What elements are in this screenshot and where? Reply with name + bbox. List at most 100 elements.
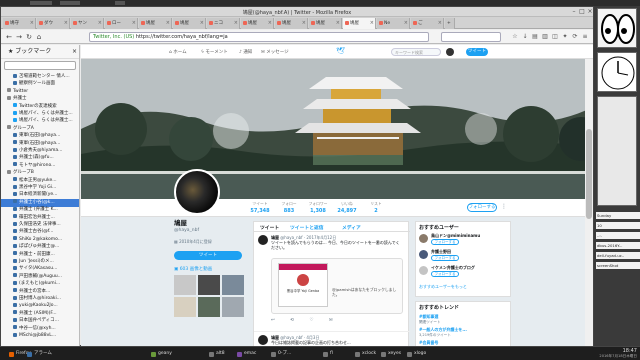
browser-tab[interactable]: ヤン × xyxy=(71,18,104,29)
profile-stat[interactable]: フォロー 883 xyxy=(276,201,302,214)
taskbar-item[interactable]: geany xyxy=(150,349,172,359)
browser-tab[interactable]: 鳩屋 × xyxy=(241,18,274,29)
close-tab-icon[interactable]: × xyxy=(200,18,204,29)
taskbar-clock[interactable]: 18:47 2016年7月18日木曜日 xyxy=(599,348,637,359)
tweet-to-button[interactable]: ツイート xyxy=(174,251,242,260)
browser-tab[interactable]: Ne × xyxy=(377,18,410,29)
profile-avatar[interactable] xyxy=(174,169,220,215)
media-thumb[interactable] xyxy=(174,275,196,295)
twitter-search-input[interactable]: キーワード検索 xyxy=(391,48,441,56)
back-icon[interactable]: ← xyxy=(5,33,13,41)
browser-tab[interactable]: 鳩屋 × xyxy=(343,18,376,29)
tweet-media-card[interactable]: 黒谷中学 Yoji Genba @jpamishはあなたをブロックしました。 xyxy=(271,258,403,314)
nav-home[interactable]: ⌂ ホーム xyxy=(169,49,187,55)
avatar[interactable] xyxy=(419,266,428,275)
taskbar-item[interactable]: emac xyxy=(236,349,256,359)
taskbar-item[interactable]: アラーム xyxy=(26,349,52,359)
profile-stat[interactable]: ツイート 57,348 xyxy=(247,201,273,214)
close-tab-icon[interactable]: × xyxy=(98,18,102,29)
desktop-top-item[interactable] xyxy=(30,1,52,5)
taskbar-item[interactable]: xclock xyxy=(354,349,376,359)
nav-messages[interactable]: ✉ メッセージ xyxy=(261,49,289,55)
follow-button[interactable]: フォローする xyxy=(467,203,497,212)
window-titlebar[interactable]: 鳩屋(@haya_nbf.A) | Twitter - Mozilla Fire… xyxy=(1,7,593,17)
search-input[interactable] xyxy=(441,32,501,42)
desktop-top-item[interactable] xyxy=(60,1,80,5)
profile-stat[interactable]: フォロワー 1,308 xyxy=(305,201,331,214)
page-scrollbar[interactable] xyxy=(585,59,593,347)
close-icon[interactable]: × xyxy=(587,9,593,15)
browser-tab[interactable]: ダウ × xyxy=(37,18,70,29)
close-tab-icon[interactable]: × xyxy=(302,18,306,29)
avatar[interactable] xyxy=(419,234,428,243)
reload-icon[interactable]: ↻ xyxy=(25,33,33,41)
profile-handle[interactable]: @haya_nbf xyxy=(174,228,249,233)
desktop-item[interactable]: dbus-2016Y... xyxy=(596,242,640,249)
taskbar-item[interactable]: xeyes xyxy=(380,349,401,359)
browser-tab[interactable]: 鳩屋 × xyxy=(309,18,342,29)
more-suggestions-link[interactable]: おすすめユーザーをもっと xyxy=(419,284,467,290)
url-bar[interactable]: Twitter, Inc. (US) https://twitter.com/h… xyxy=(89,32,429,42)
close-tab-icon[interactable]: × xyxy=(268,18,272,29)
tab-tweets[interactable]: ツイート xyxy=(260,224,279,231)
tab-tweets-replies[interactable]: ツイートと返信 xyxy=(290,224,324,231)
account-avatar[interactable] xyxy=(446,48,454,56)
browser-tab[interactable]: 鳩屋 × xyxy=(173,18,206,29)
tweet[interactable]: 鳩屋 @haya_nbf · 2017年4月12日 ツイートを読んでもらうのは.… xyxy=(254,232,410,332)
desktop-item[interactable]: Sunday xyxy=(596,212,640,219)
nav-moments[interactable]: ϟ モーメント xyxy=(201,49,228,55)
taskbar-item[interactable]: alt8 xyxy=(208,349,225,359)
desktop-panel-window[interactable] xyxy=(597,96,637,206)
bookmark-star-icon[interactable]: ☆ xyxy=(511,33,519,41)
like-icon[interactable]: ♡ xyxy=(309,318,313,323)
close-tab-icon[interactable]: × xyxy=(234,18,238,29)
close-tab-icon[interactable]: × xyxy=(438,18,442,29)
menu-icon[interactable]: ≡ xyxy=(581,33,589,41)
taskbar-item[interactable]: 0-ブ... xyxy=(270,349,291,359)
minimize-icon[interactable]: – xyxy=(571,9,577,15)
new-tab-icon[interactable]: + xyxy=(445,18,455,29)
tab-media[interactable]: メディア xyxy=(342,224,361,231)
sidebar-search-input[interactable] xyxy=(4,61,76,70)
reply-icon[interactable]: ↩ xyxy=(271,318,275,323)
tweet[interactable]: 鳩屋 @haya_nbf · 4月3日 今日は雑誌掲載の記事の企画の打ち合わせ.… xyxy=(254,332,410,347)
browser-tab[interactable]: ご × xyxy=(411,18,444,29)
browser-tab[interactable]: 鳩守 × xyxy=(3,18,36,29)
close-tab-icon[interactable]: × xyxy=(64,18,68,29)
xeyes-window[interactable] xyxy=(597,8,637,48)
close-tab-icon[interactable]: × xyxy=(370,18,374,29)
xclock-window[interactable] xyxy=(597,52,637,92)
desktop-top-item[interactable] xyxy=(115,1,125,5)
forward-icon[interactable]: → xyxy=(15,33,23,41)
profile-stat[interactable]: リスト 2 xyxy=(363,201,389,214)
media-thumb[interactable] xyxy=(222,275,244,295)
trend-item[interactable]: #一般人の方が弁護士を... 3,219件のツイート xyxy=(416,326,510,339)
more-options-icon[interactable]: ⋮ xyxy=(501,203,507,210)
close-icon[interactable]: × xyxy=(72,45,77,59)
dm-icon[interactable]: ✉ xyxy=(329,318,333,323)
twitter-bird-icon[interactable]: 🕊 xyxy=(336,47,345,55)
desktop-item[interactable]: 10 xyxy=(596,222,640,229)
follow-user-button[interactable]: フォローする xyxy=(431,271,459,277)
bookmark-item[interactable]: MSchi@jb88vL... xyxy=(1,332,79,340)
sidebar-icon[interactable]: ▥ xyxy=(541,33,549,41)
sync-icon[interactable]: ⟳ xyxy=(571,33,579,41)
screenshot-icon[interactable]: ◫ xyxy=(551,33,559,41)
desktop-item[interactable]: screenShot xyxy=(596,262,640,269)
media-thumb[interactable] xyxy=(198,275,220,295)
maximize-icon[interactable]: □ xyxy=(579,9,585,15)
follow-user-button[interactable]: フォローする xyxy=(431,255,459,261)
home-icon[interactable]: ⌂ xyxy=(35,33,43,41)
download-icon[interactable]: ↓ xyxy=(521,33,529,41)
desktop-item[interactable]: dell-fuyad-uc.. xyxy=(596,252,640,259)
profile-name[interactable]: 鳩屋 xyxy=(174,217,249,227)
media-thumb[interactable] xyxy=(174,297,196,317)
scrollbar-thumb[interactable] xyxy=(586,129,592,219)
tweet-avatar[interactable] xyxy=(258,235,268,245)
close-tab-icon[interactable]: × xyxy=(166,18,170,29)
tweet-avatar[interactable] xyxy=(258,335,268,345)
follow-user-button[interactable]: フォローする xyxy=(431,239,459,245)
close-tab-icon[interactable]: × xyxy=(30,18,34,29)
nav-notifications[interactable]: ♪ 通知 xyxy=(239,49,252,55)
compose-tweet-button[interactable]: ツイート xyxy=(466,48,488,56)
